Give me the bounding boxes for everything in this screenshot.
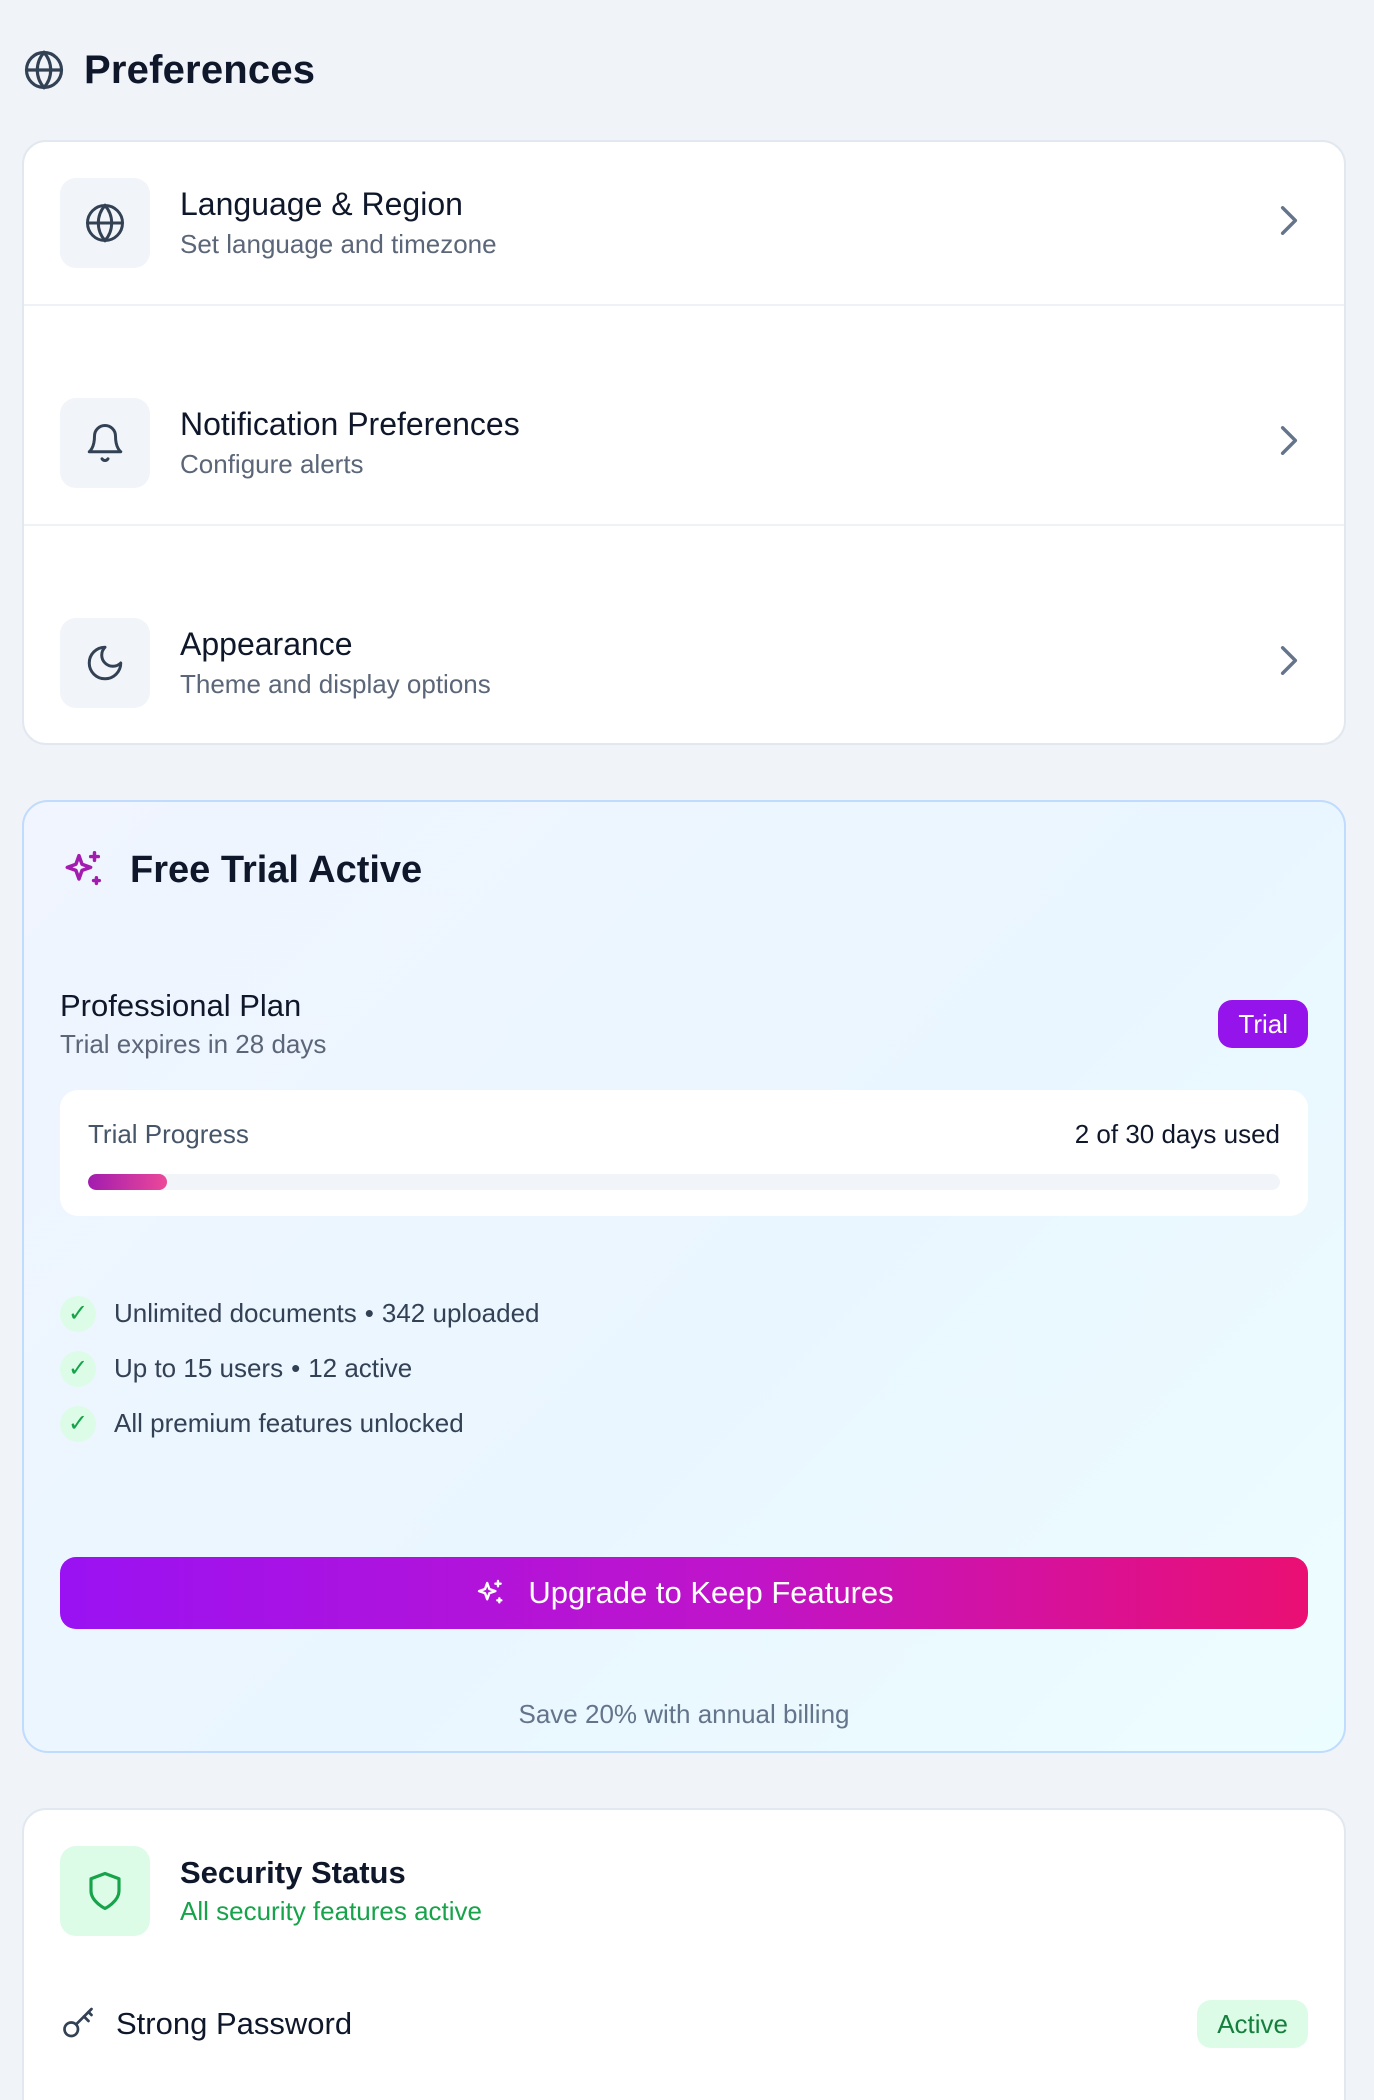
chevron-right-icon: [1278, 643, 1300, 682]
bell-icon: [60, 398, 150, 488]
feature-item: ✓ All premium features unlocked: [60, 1396, 1308, 1451]
security-subtitle: All security features active: [180, 1896, 483, 1926]
feature-detail: 342 uploaded: [381, 1298, 540, 1328]
security-status-card: Security Status All security features ac…: [22, 1808, 1346, 2100]
trial-expiry: Trial expires in 28 days: [60, 1029, 327, 1059]
feature-list: ✓ Unlimited documents • 342 uploaded ✓ U…: [60, 1286, 1308, 1451]
chevron-right-icon: [1278, 204, 1300, 243]
trial-progress-box: Trial Progress 2 of 30 days used: [60, 1090, 1308, 1216]
progress-fill: [88, 1174, 168, 1190]
security-item-strong-password: Strong Password Active: [60, 2000, 1308, 2048]
page-title: Preferences: [84, 47, 316, 92]
pref-item-title: Notification Preferences: [180, 406, 520, 442]
globe-icon: [60, 178, 150, 268]
feature-item: ✓ Up to 15 users • 12 active: [60, 1341, 1308, 1396]
check-icon: ✓: [60, 1295, 96, 1332]
preferences-header: Preferences: [22, 0, 1352, 140]
feature-text: Unlimited documents: [114, 1298, 357, 1328]
check-icon: ✓: [60, 1405, 96, 1442]
pref-item-title: Appearance: [180, 625, 353, 662]
feature-item: ✓ Unlimited documents • 342 uploaded: [60, 1286, 1308, 1341]
trial-title: Free Trial Active: [130, 848, 423, 891]
shield-icon: [60, 1846, 150, 1936]
progress-track: [88, 1174, 1280, 1190]
plan-summary: Professional Plan Trial expires in 28 da…: [60, 986, 1308, 1062]
pref-item-notifications[interactable]: Notification Preferences Configure alert…: [24, 306, 1344, 526]
free-trial-card: Free Trial Active Professional Plan Tria…: [22, 800, 1346, 1753]
chevron-right-icon: [1278, 424, 1300, 463]
sparkles-icon: [60, 847, 106, 893]
upgrade-button[interactable]: Upgrade to Keep Features: [60, 1557, 1308, 1629]
feature-text: Up to 15 users: [114, 1353, 284, 1383]
sparkles-icon: [474, 1577, 506, 1609]
key-icon: [60, 2004, 100, 2044]
pref-item-subtitle: Set language and timezone: [180, 229, 497, 259]
progress-value: 2 of 30 days used: [1074, 1119, 1280, 1149]
pref-item-title: Language & Region: [180, 186, 463, 222]
security-header: Security Status All security features ac…: [60, 1846, 1308, 1936]
check-icon: ✓: [60, 1350, 96, 1387]
progress-label: Trial Progress: [88, 1119, 249, 1149]
feature-text: All premium features unlocked: [114, 1408, 464, 1438]
pref-item-subtitle: Configure alerts: [180, 449, 364, 479]
annual-billing-note: Save 20% with annual billing: [518, 1699, 850, 1729]
trial-header: Free Trial Active: [60, 802, 1308, 930]
trial-badge: Trial: [1218, 1000, 1308, 1048]
upgrade-button-label: Upgrade to Keep Features: [528, 1575, 894, 1610]
security-item-label: Strong Password: [116, 2006, 353, 2041]
feature-detail: 12 active: [308, 1353, 413, 1383]
pref-item-appearance[interactable]: Appearance Theme and display options: [24, 526, 1344, 743]
pref-item-subtitle: Theme and display options: [180, 668, 491, 699]
preferences-card: Language & Region Set language and timez…: [22, 140, 1346, 745]
globe-icon: [22, 48, 66, 92]
security-title: Security Status: [180, 1855, 406, 1890]
settings-page: Preferences Language & Region Set langua…: [0, 0, 1374, 2100]
moon-icon: [60, 617, 150, 708]
status-badge: Active: [1197, 2000, 1308, 2048]
plan-name: Professional Plan: [60, 988, 302, 1023]
pref-item-language-region[interactable]: Language & Region Set language and timez…: [24, 142, 1344, 306]
